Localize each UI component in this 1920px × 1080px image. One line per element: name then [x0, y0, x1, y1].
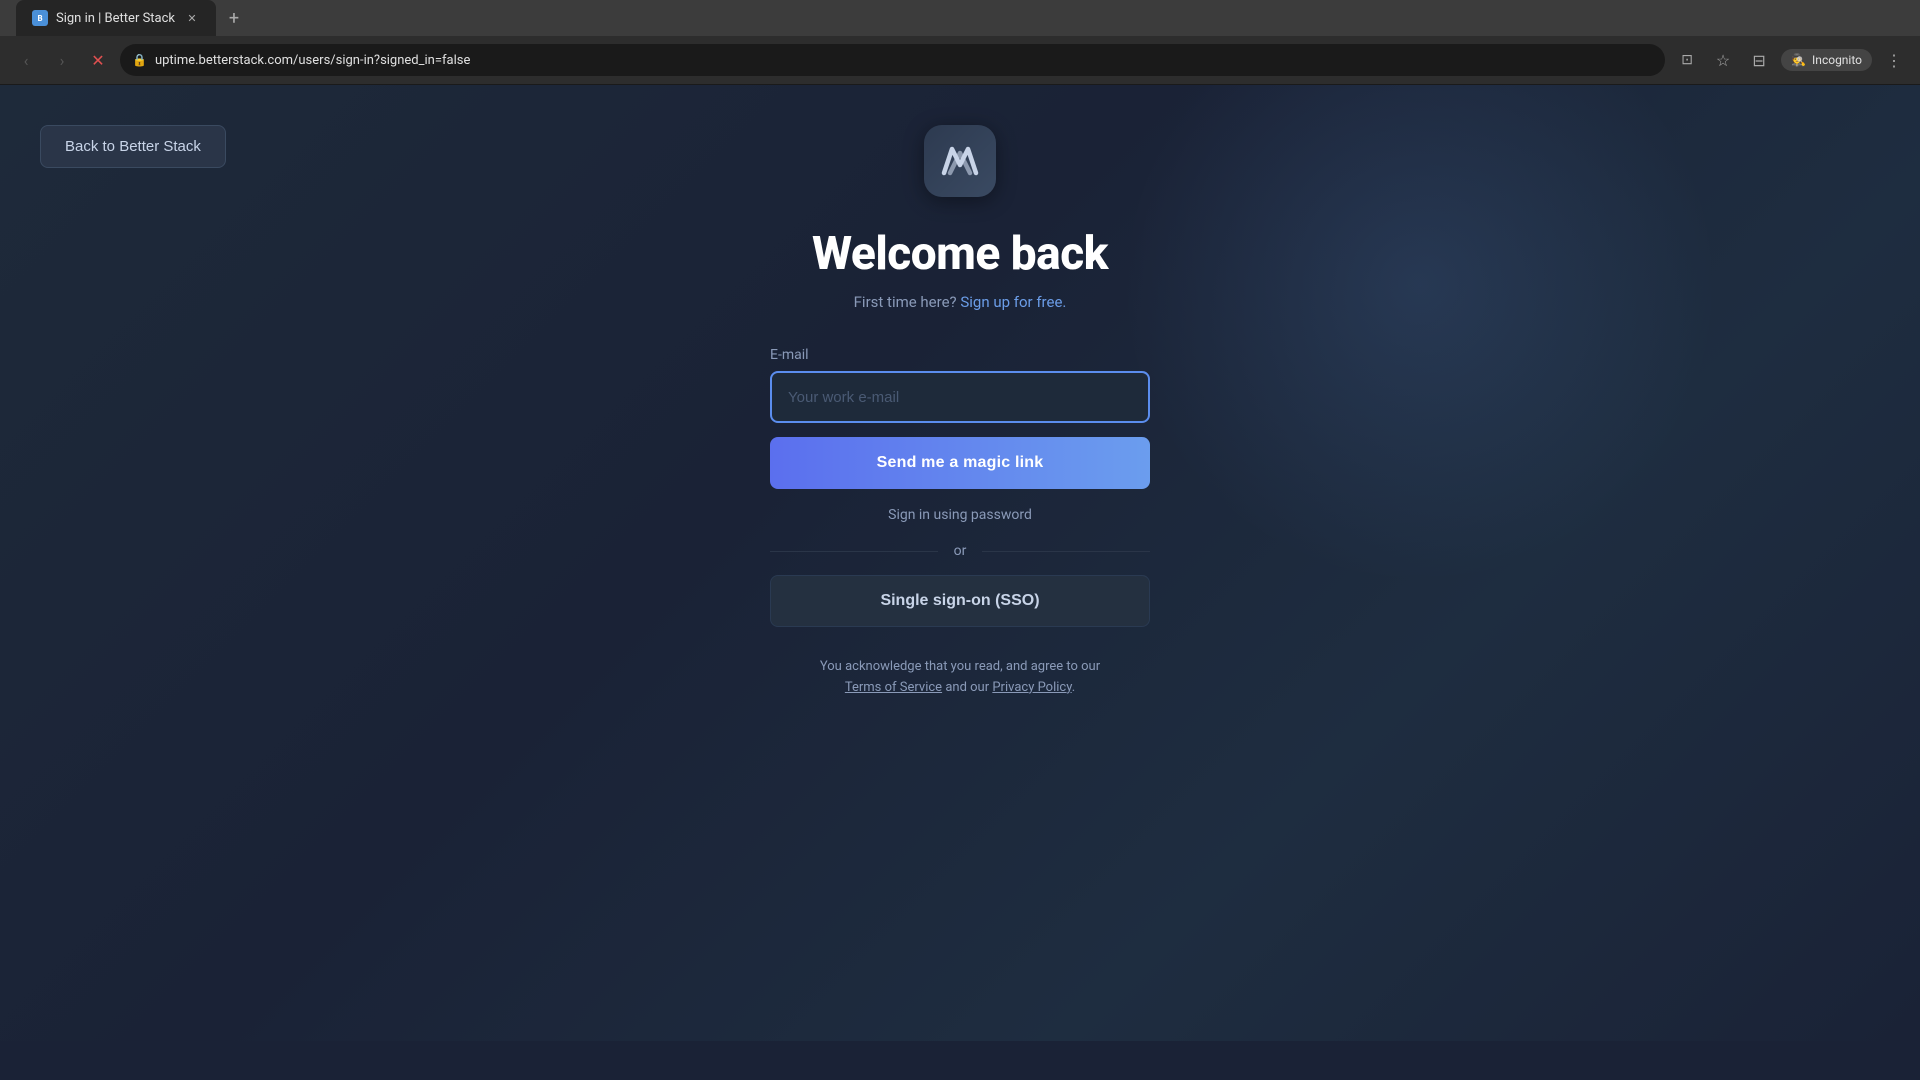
or-divider: or: [770, 543, 1150, 559]
terms-prefix: You acknowledge that you read, and agree…: [820, 659, 1100, 674]
magic-link-button[interactable]: Send me a magic link: [770, 437, 1150, 489]
menu-icon: ⋮: [1886, 51, 1902, 70]
reload-button[interactable]: ✕: [84, 46, 112, 74]
back-nav-button[interactable]: ‹: [12, 46, 40, 74]
incognito-button[interactable]: 🕵 Incognito: [1781, 49, 1872, 71]
svg-text:B: B: [37, 14, 42, 23]
tab-favicon-icon: B: [34, 12, 46, 24]
sidebar-button[interactable]: ⊟: [1745, 46, 1773, 74]
better-stack-logo: [940, 143, 980, 179]
signin-form: E-mail Send me a magic link Sign in usin…: [770, 347, 1150, 627]
incognito-label: Incognito: [1812, 53, 1862, 67]
email-label: E-mail: [770, 347, 1150, 363]
address-bar[interactable]: 🔒 uptime.betterstack.com/users/sign-in?s…: [120, 44, 1665, 76]
back-nav-icon: ‹: [24, 51, 29, 70]
forward-nav-button[interactable]: ›: [48, 46, 76, 74]
logo-container: [924, 125, 996, 197]
toolbar-right: ⊡ ☆ ⊟ 🕵 Incognito ⋮: [1673, 46, 1908, 74]
tab-title: Sign in | Better Stack: [56, 11, 176, 26]
terms-of-service-link[interactable]: Terms of Service: [845, 680, 942, 695]
terms-suffix: .: [1072, 680, 1075, 695]
browser-chrome: B Sign in | Better Stack ✕ + ‹ › ✕ 🔒 upt…: [0, 0, 1920, 85]
page-content: Back to Better Stack Welcome back First …: [0, 85, 1920, 1041]
cast-icon-button[interactable]: ⊡: [1673, 46, 1701, 74]
browser-toolbar: ‹ › ✕ 🔒 uptime.betterstack.com/users/sig…: [0, 36, 1920, 84]
new-tab-button[interactable]: +: [220, 4, 248, 32]
incognito-icon: 🕵: [1791, 53, 1806, 67]
divider-right: [982, 551, 1150, 552]
privacy-policy-link[interactable]: Privacy Policy: [992, 680, 1071, 695]
tab-bar: B Sign in | Better Stack ✕ +: [0, 0, 1920, 36]
menu-button[interactable]: ⋮: [1880, 46, 1908, 74]
browser-tab[interactable]: B Sign in | Better Stack ✕: [16, 0, 216, 36]
signup-link[interactable]: Sign up for free.: [960, 293, 1066, 311]
reload-icon: ✕: [91, 51, 104, 70]
sso-button[interactable]: Single sign-on (SSO): [770, 575, 1150, 627]
bookmark-button[interactable]: ☆: [1709, 46, 1737, 74]
address-text: uptime.betterstack.com/users/sign-in?sig…: [155, 53, 1653, 68]
terms-middle: and our: [945, 680, 989, 695]
password-signin-link[interactable]: Sign in using password: [770, 507, 1150, 523]
lock-icon: 🔒: [132, 53, 147, 67]
first-time-text: First time here?: [854, 293, 957, 311]
cast-icon: ⊡: [1681, 52, 1693, 68]
sidebar-icon: ⊟: [1752, 51, 1765, 70]
bookmark-icon: ☆: [1716, 51, 1730, 70]
welcome-title: Welcome back: [812, 227, 1108, 281]
or-text: or: [954, 543, 967, 559]
tab-favicon: B: [32, 10, 48, 26]
back-to-better-stack-button[interactable]: Back to Better Stack: [40, 125, 226, 168]
forward-nav-icon: ›: [60, 51, 65, 70]
terms-text: You acknowledge that you read, and agree…: [820, 657, 1100, 699]
tab-close-button[interactable]: ✕: [184, 10, 200, 26]
signup-prompt: First time here? Sign up for free.: [854, 293, 1067, 311]
email-input[interactable]: [770, 371, 1150, 423]
divider-left: [770, 551, 938, 552]
